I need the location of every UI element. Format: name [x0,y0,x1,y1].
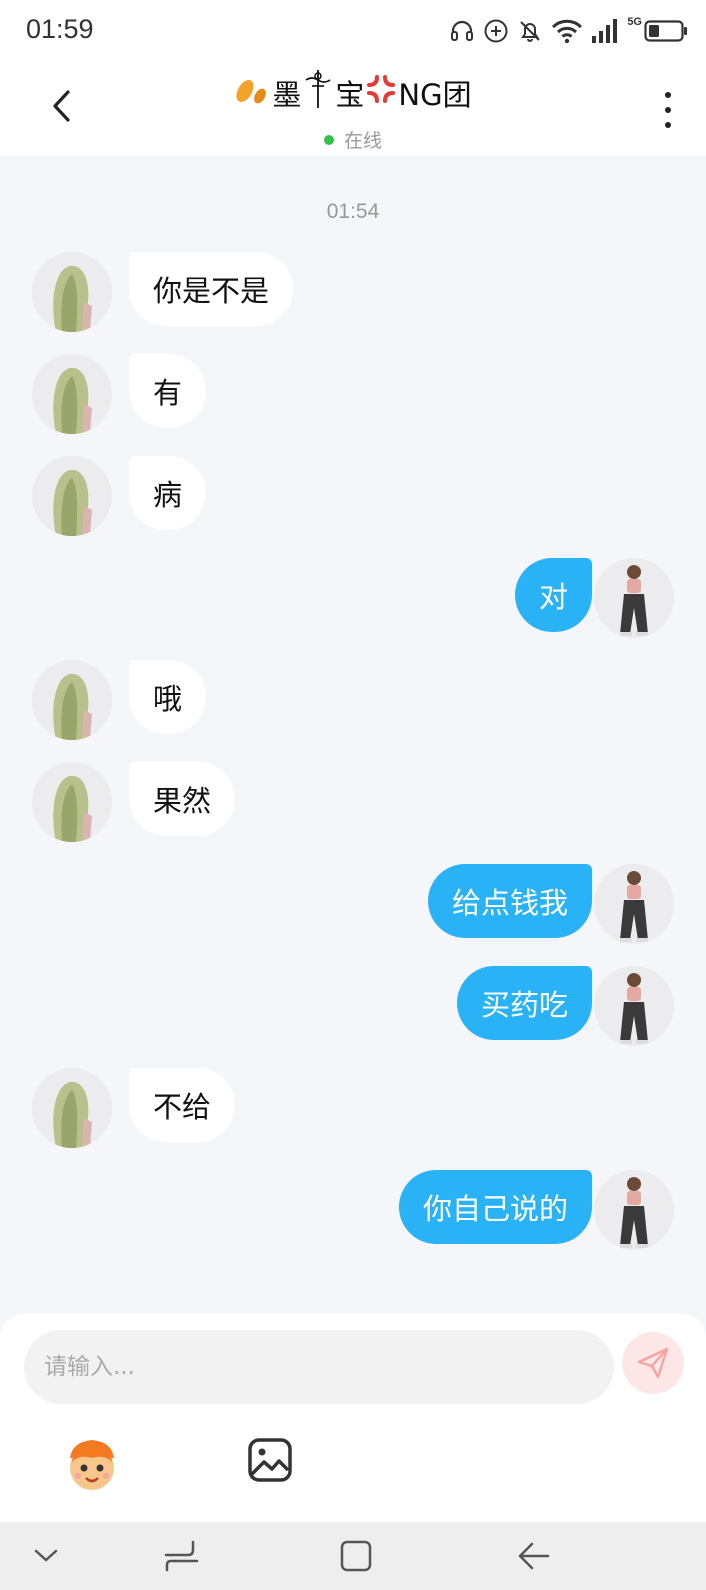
plus-circle-icon [483,18,509,44]
send-icon [637,1347,669,1379]
message-bubble[interactable]: 哦 [129,660,207,734]
anger-emoji-icon [366,74,396,111]
contact-avatar[interactable] [32,660,112,740]
chat-title-part1: 墨 [272,77,302,112]
emoji-face-icon [70,1440,114,1490]
leaf-emoji-icon [234,72,270,113]
chat-title: 墨 宝 NG团 [234,68,472,117]
chat-title-part2: 宝 [335,77,365,112]
message-bubble[interactable]: 给点钱我 [427,864,592,938]
more-vertical-icon [665,92,671,98]
message-item: 买药吃 [0,966,706,1046]
contact-avatar[interactable] [32,252,112,332]
network-type: 5G [627,16,642,28]
self-avatar[interactable] [594,558,674,638]
message-input[interactable] [24,1330,614,1404]
message-bubble[interactable]: 你自己说的 [398,1170,592,1244]
status-bar: 01:59 5G [0,0,706,62]
mute-bell-icon [517,18,543,44]
more-options-button[interactable] [658,90,678,130]
status-icons: 5G [449,14,688,48]
wifi-icon [551,18,583,44]
message-item: 病 [0,456,706,536]
message-bubble[interactable]: 不给 [129,1068,236,1142]
contact-avatar[interactable] [32,762,112,842]
message-bubble[interactable]: 病 [129,456,207,530]
message-bubble[interactable]: 你是不是 [129,252,294,326]
message-list[interactable]: 01:54 你是不是 有 病 对 哦 果然 给点钱我 买药吃 不给 你自己说的 [0,156,706,1314]
message-bubble[interactable]: 有 [129,354,207,428]
back-icon [518,1542,550,1570]
system-nav-bar [0,1522,706,1590]
chat-title-wrap: 墨 宝 NG团 [0,68,706,117]
contact-avatar[interactable] [32,456,112,536]
nav-back-button[interactable] [514,1536,554,1576]
self-avatar[interactable] [594,1170,674,1250]
headset-icon [449,18,475,44]
message-timestamp: 01:54 [326,200,380,223]
recents-icon [164,1540,199,1572]
composer-panel [0,1314,706,1522]
self-avatar[interactable] [594,864,674,944]
message-item: 果然 [0,762,706,842]
message-item: 给点钱我 [0,864,706,944]
online-dot-icon [323,135,334,145]
chat-header: 墨 宝 NG团 在线 [0,62,706,156]
message-bubble[interactable]: 果然 [129,762,236,836]
contact-avatar[interactable] [32,1068,112,1148]
nav-recents-button[interactable] [162,1536,202,1576]
chevron-down-icon [34,1549,58,1562]
battery-icon [644,19,688,43]
message-item: 你自己说的 [0,1170,706,1250]
message-bubble[interactable]: 对 [514,558,592,632]
online-status: 在线 [0,126,706,153]
status-time: 01:59 [26,14,94,44]
signal-icon [591,18,619,44]
nav-home-button[interactable] [336,1536,376,1576]
message-item: 你是不是 [0,252,706,332]
message-item: 不给 [0,1068,706,1148]
chat-title-part3: NG团 [398,77,472,112]
message-item: 对 [0,558,706,638]
home-square-icon [340,1540,372,1572]
contact-avatar[interactable] [32,354,112,434]
image-icon [248,1438,292,1482]
send-button[interactable] [622,1332,684,1394]
self-avatar[interactable] [594,966,674,1046]
message-item: 有 [0,354,706,434]
message-bubble[interactable]: 买药吃 [456,966,592,1040]
emoji-button[interactable] [60,1432,124,1496]
nav-hide-button[interactable] [26,1536,66,1576]
staff-symbol-icon [303,68,333,117]
image-button[interactable] [246,1436,294,1484]
online-status-text: 在线 [343,130,382,152]
message-item: 哦 [0,660,706,740]
